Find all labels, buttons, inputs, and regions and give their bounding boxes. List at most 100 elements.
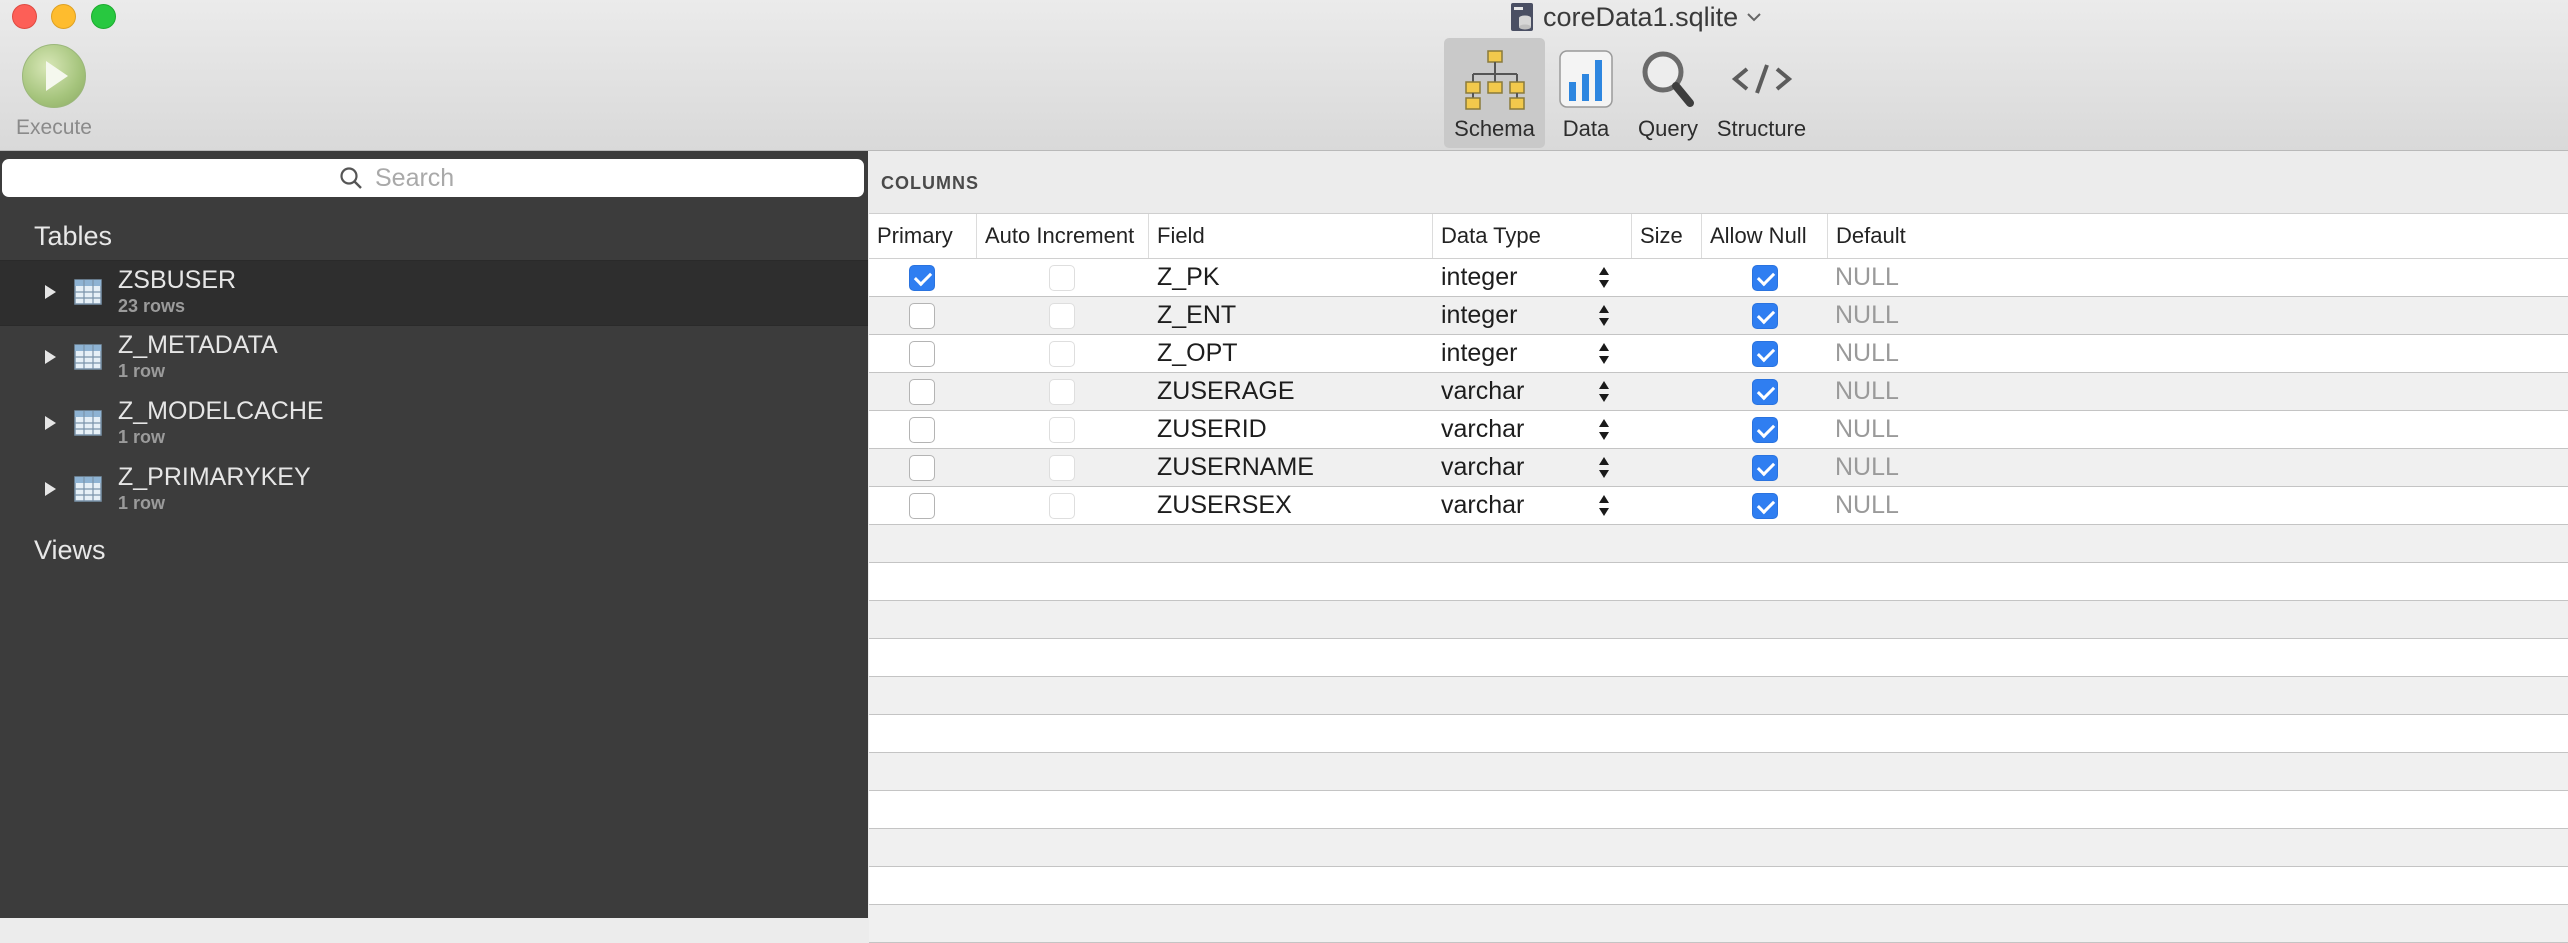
header-default[interactable]: Default xyxy=(1828,214,2568,258)
tab-data[interactable]: Data xyxy=(1545,38,1627,148)
columns-table-body: Z_PK integer NULL Z_ENT integer NULL Z_O… xyxy=(869,259,2568,943)
data-type-stepper-icon[interactable] xyxy=(1598,418,1610,442)
default-value[interactable]: NULL xyxy=(1835,297,1899,334)
table-row[interactable]: ZUSERNAME varchar NULL xyxy=(869,449,2568,487)
primary-checkbox[interactable] xyxy=(909,379,935,405)
tab-schema[interactable]: Schema xyxy=(1444,38,1545,148)
zoom-window-button[interactable] xyxy=(91,4,116,29)
default-value[interactable]: NULL xyxy=(1835,373,1899,410)
tab-query-label: Query xyxy=(1638,116,1698,141)
primary-checkbox[interactable] xyxy=(909,455,935,481)
data-type-stepper-icon[interactable] xyxy=(1598,380,1610,404)
data-type-stepper-icon[interactable] xyxy=(1598,342,1610,366)
data-type-value[interactable]: varchar xyxy=(1441,487,1524,524)
close-window-button[interactable] xyxy=(12,4,37,29)
header-primary[interactable]: Primary xyxy=(869,214,977,258)
data-type-value[interactable]: integer xyxy=(1441,259,1517,296)
disclosure-triangle-icon[interactable] xyxy=(45,416,56,430)
header-allow-null[interactable]: Allow Null xyxy=(1702,214,1828,258)
auto-increment-checkbox[interactable] xyxy=(1049,379,1075,405)
header-auto-increment[interactable]: Auto Increment xyxy=(977,214,1149,258)
default-value[interactable]: NULL xyxy=(1835,335,1899,372)
default-value[interactable]: NULL xyxy=(1835,411,1899,448)
data-type-value[interactable]: varchar xyxy=(1441,411,1524,448)
default-value[interactable]: NULL xyxy=(1835,259,1899,296)
auto-increment-checkbox[interactable] xyxy=(1049,265,1075,291)
field-name[interactable]: ZUSERAGE xyxy=(1157,373,1295,410)
auto-increment-checkbox[interactable] xyxy=(1049,341,1075,367)
columns-panel: COLUMNS Primary Auto Increment Field Dat… xyxy=(869,151,2568,943)
table-row[interactable]: ZUSERSEX varchar NULL xyxy=(869,487,2568,525)
primary-checkbox[interactable] xyxy=(909,341,935,367)
allow-null-checkbox[interactable] xyxy=(1752,265,1778,291)
field-name[interactable]: Z_PK xyxy=(1157,259,1220,296)
window-title[interactable]: coreData1.sqlite xyxy=(1510,0,1762,34)
allow-null-checkbox[interactable] xyxy=(1752,379,1778,405)
primary-checkbox[interactable] xyxy=(909,303,935,329)
empty-row xyxy=(869,867,2568,905)
table-name: Z_MODELCACHE xyxy=(118,397,324,425)
data-type-stepper-icon[interactable] xyxy=(1598,456,1610,480)
header-size[interactable]: Size xyxy=(1632,214,1702,258)
allow-null-checkbox[interactable] xyxy=(1752,341,1778,367)
field-name[interactable]: Z_OPT xyxy=(1157,335,1238,372)
code-brackets-icon xyxy=(1731,64,1792,94)
table-row[interactable]: ZUSERID varchar NULL xyxy=(869,411,2568,449)
search-field[interactable] xyxy=(2,159,864,197)
field-name[interactable]: ZUSERSEX xyxy=(1157,487,1292,524)
data-type-value[interactable]: varchar xyxy=(1441,449,1524,486)
disclosure-triangle-icon[interactable] xyxy=(45,482,56,496)
table-name: Z_METADATA xyxy=(118,331,278,359)
tab-structure[interactable]: Structure xyxy=(1709,38,1814,148)
header-field[interactable]: Field xyxy=(1149,214,1433,258)
data-type-stepper-icon[interactable] xyxy=(1598,494,1610,518)
bar-chart-icon xyxy=(1559,50,1613,108)
search-icon xyxy=(340,167,362,189)
field-name[interactable]: Z_ENT xyxy=(1157,297,1236,334)
search-input[interactable] xyxy=(373,162,527,194)
allow-null-checkbox[interactable] xyxy=(1752,417,1778,443)
sidebar-item-z-modelcache[interactable]: Z_MODELCACHE 1 row xyxy=(0,392,868,456)
sidebar-item-z-primarykey[interactable]: Z_PRIMARYKEY 1 row xyxy=(0,458,868,522)
table-row-count: 1 row xyxy=(118,361,166,381)
empty-row xyxy=(869,753,2568,791)
execute-button[interactable]: Execute xyxy=(10,44,98,140)
auto-increment-checkbox[interactable] xyxy=(1049,493,1075,519)
data-type-stepper-icon[interactable] xyxy=(1598,304,1610,328)
sidebar-item-z-metadata[interactable]: Z_METADATA 1 row xyxy=(0,326,868,390)
disclosure-triangle-icon[interactable] xyxy=(45,285,56,299)
allow-null-checkbox[interactable] xyxy=(1752,493,1778,519)
table-row[interactable]: Z_ENT integer NULL xyxy=(869,297,2568,335)
table-grid-icon xyxy=(74,410,102,436)
disclosure-triangle-icon[interactable] xyxy=(45,350,56,364)
table-row[interactable]: ZUSERAGE varchar NULL xyxy=(869,373,2568,411)
default-value[interactable]: NULL xyxy=(1835,487,1899,524)
view-tabs: Schema Data Query Structure xyxy=(1444,38,1814,148)
sidebar-item-zsbuser[interactable]: ZSBUSER 23 rows xyxy=(0,260,868,326)
data-type-value[interactable]: varchar xyxy=(1441,373,1524,410)
data-type-stepper-icon[interactable] xyxy=(1598,266,1610,290)
allow-null-checkbox[interactable] xyxy=(1752,455,1778,481)
primary-checkbox[interactable] xyxy=(909,493,935,519)
header-data-type[interactable]: Data Type xyxy=(1433,214,1632,258)
data-type-value[interactable]: integer xyxy=(1441,335,1517,372)
empty-row xyxy=(869,525,2568,563)
auto-increment-checkbox[interactable] xyxy=(1049,303,1075,329)
table-row[interactable]: Z_OPT integer NULL xyxy=(869,335,2568,373)
sidebar: Tables ZSBUSER 23 rows Z_METADATA 1 row xyxy=(0,151,868,918)
empty-row xyxy=(869,905,2568,943)
primary-checkbox[interactable] xyxy=(909,265,935,291)
auto-increment-checkbox[interactable] xyxy=(1049,417,1075,443)
field-name[interactable]: ZUSERNAME xyxy=(1157,449,1314,486)
default-value[interactable]: NULL xyxy=(1835,449,1899,486)
views-heading: Views xyxy=(34,535,106,565)
table-row[interactable]: Z_PK integer NULL xyxy=(869,259,2568,297)
allow-null-checkbox[interactable] xyxy=(1752,303,1778,329)
minimize-window-button[interactable] xyxy=(51,4,76,29)
data-type-value[interactable]: integer xyxy=(1441,297,1517,334)
primary-checkbox[interactable] xyxy=(909,417,935,443)
toolbar: coreData1.sqlite Execute Schema Data Que… xyxy=(0,0,2568,151)
tab-query[interactable]: Query xyxy=(1627,38,1709,148)
auto-increment-checkbox[interactable] xyxy=(1049,455,1075,481)
field-name[interactable]: ZUSERID xyxy=(1157,411,1267,448)
